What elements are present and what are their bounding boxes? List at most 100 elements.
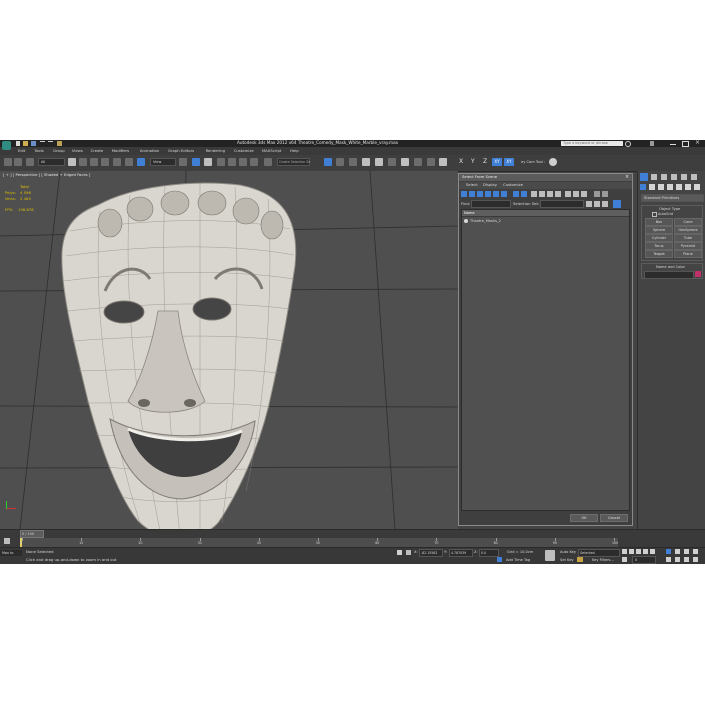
- move-icon[interactable]: [113, 158, 121, 166]
- display-geometry-icon[interactable]: [461, 191, 467, 197]
- lock-selection-icon[interactable]: [397, 550, 402, 555]
- display-groups-icon[interactable]: [513, 191, 519, 197]
- sync-selection-icon[interactable]: [594, 191, 600, 197]
- cone-button[interactable]: Cone: [674, 218, 702, 226]
- torus-button[interactable]: Torus: [645, 242, 673, 250]
- named-selection-sets-dropdown[interactable]: Create Selection Se: [277, 158, 310, 166]
- edit-named-selection-icon[interactable]: [264, 158, 272, 166]
- name-color-header[interactable]: Name and Color: [656, 264, 685, 270]
- menu-item-group[interactable]: Group: [53, 148, 65, 154]
- menu-item-help[interactable]: Help: [290, 148, 299, 154]
- hierarchy-tab-icon[interactable]: [661, 174, 667, 180]
- lights-category-icon[interactable]: [658, 184, 664, 190]
- window-crossing-icon[interactable]: [101, 158, 109, 166]
- go-to-end-icon[interactable]: [650, 549, 655, 554]
- orbit-icon[interactable]: [684, 557, 689, 562]
- layer-manager-icon[interactable]: [349, 158, 357, 166]
- maxscript-listener[interactable]: Max to: [0, 550, 22, 556]
- display-cameras-icon[interactable]: [485, 191, 491, 197]
- curve-editor-icon[interactable]: [375, 158, 383, 166]
- display-lights-icon[interactable]: [477, 191, 483, 197]
- plane-button[interactable]: Plane: [674, 250, 702, 258]
- motion-tab-icon[interactable]: [671, 174, 677, 180]
- perspective-viewport[interactable]: [ + ] [ Perspective ] [ Shaded + Edged F…: [0, 171, 458, 529]
- tab-display[interactable]: Display: [483, 182, 497, 188]
- display-containers-icon[interactable]: [539, 191, 545, 197]
- pan-view-icon[interactable]: [675, 557, 680, 562]
- set-key-big-icon[interactable]: [545, 550, 555, 561]
- select-link-icon[interactable]: [4, 158, 12, 166]
- select-all-icon[interactable]: [586, 201, 592, 207]
- zoom-extents-all-icon[interactable]: [693, 549, 698, 554]
- geometry-category-icon[interactable]: [640, 184, 646, 190]
- shapes-category-icon[interactable]: [649, 184, 655, 190]
- menu-item-views[interactable]: Views: [72, 148, 83, 154]
- display-invert-icon[interactable]: [581, 191, 587, 197]
- key-mode-toggle-icon[interactable]: [622, 557, 627, 562]
- pyramid-button[interactable]: Pyramid: [674, 242, 702, 250]
- display-frozen-icon[interactable]: [547, 191, 553, 197]
- rendered-frame-window-icon[interactable]: [427, 158, 435, 166]
- display-spacewarps-icon[interactable]: [501, 191, 507, 197]
- menu-item-modifiers[interactable]: Modifiers: [112, 148, 129, 154]
- select-by-name-icon[interactable]: [79, 158, 87, 166]
- menu-item-edit[interactable]: Edit: [18, 148, 25, 154]
- zoom-icon[interactable]: [666, 549, 671, 554]
- display-helpers-icon[interactable]: [493, 191, 499, 197]
- menu-item-create[interactable]: Create: [91, 148, 104, 154]
- track-bar[interactable]: 0 10 20 30 40 50 60 70 80 90 100: [20, 538, 618, 547]
- previous-frame-icon[interactable]: [629, 549, 634, 554]
- modify-tab-icon[interactable]: [651, 174, 657, 180]
- find-input[interactable]: [471, 200, 511, 208]
- geosphere-button[interactable]: GeoSphere: [674, 226, 702, 234]
- maximize-viewport-icon[interactable]: [693, 557, 698, 562]
- graphite-ribbon-icon[interactable]: [362, 158, 370, 166]
- menu-item-maxscript[interactable]: MAXScript: [262, 148, 282, 154]
- time-slider[interactable]: 0 / 100: [20, 530, 44, 538]
- select-none-icon[interactable]: [594, 201, 600, 207]
- select-invert-icon[interactable]: [602, 201, 608, 207]
- selection-set-dropdown[interactable]: [540, 200, 584, 208]
- save-file-icon[interactable]: [31, 141, 36, 146]
- viewport-label[interactable]: [ + ] [ Perspective ] [ Shaded + Edged F…: [3, 172, 90, 178]
- undo-icon[interactable]: [40, 141, 45, 146]
- percent-snap-icon[interactable]: [239, 158, 247, 166]
- absolute-mode-icon[interactable]: [406, 550, 411, 555]
- object-name-input[interactable]: [644, 271, 694, 279]
- tab-customize[interactable]: Customize: [503, 182, 523, 188]
- z-coordinate-field[interactable]: 0.0: [479, 549, 499, 557]
- menu-item-rendering[interactable]: Rendering: [206, 148, 225, 154]
- selection-filter-dropdown[interactable]: All: [38, 158, 65, 166]
- key-icon[interactable]: [577, 557, 583, 562]
- select-dependents-icon[interactable]: [613, 200, 621, 208]
- select-manipulate-icon[interactable]: [192, 158, 200, 166]
- auto-key-button[interactable]: Auto Key: [560, 549, 576, 555]
- redo-icon[interactable]: [48, 141, 53, 146]
- axis-z-button[interactable]: Z: [483, 158, 487, 166]
- tab-select[interactable]: Select: [466, 182, 478, 188]
- next-frame-icon[interactable]: [643, 549, 648, 554]
- add-time-tag[interactable]: Add Time Tag: [506, 557, 530, 563]
- axis-xy-plane-button[interactable]: XY: [504, 158, 514, 166]
- zoom-all-icon[interactable]: [675, 549, 680, 554]
- rotate-icon[interactable]: [125, 158, 133, 166]
- utilities-tab-icon[interactable]: [691, 174, 697, 180]
- align-icon[interactable]: [336, 158, 344, 166]
- field-of-view-icon[interactable]: [666, 557, 671, 562]
- mirror-icon[interactable]: [324, 158, 332, 166]
- scale-icon[interactable]: [137, 158, 145, 166]
- display-xrefs-icon[interactable]: [521, 191, 527, 197]
- mini-curve-editor-icon[interactable]: [4, 538, 10, 544]
- zoom-extents-icon[interactable]: [684, 549, 689, 554]
- cancel-button[interactable]: Cancel: [600, 514, 628, 522]
- set-key-button[interactable]: Set Key: [560, 557, 574, 563]
- render-production-icon[interactable]: [439, 158, 447, 166]
- menu-item-customize[interactable]: Customize: [234, 148, 254, 154]
- tube-button[interactable]: Tube: [674, 234, 702, 242]
- highlight-selected-icon[interactable]: [602, 191, 608, 197]
- minimize-icon[interactable]: [670, 144, 676, 145]
- spinner-snap-icon[interactable]: [250, 158, 258, 166]
- angle-snap-icon[interactable]: [228, 158, 236, 166]
- dialog-close-icon[interactable]: ×: [625, 174, 629, 180]
- display-shapes-icon[interactable]: [469, 191, 475, 197]
